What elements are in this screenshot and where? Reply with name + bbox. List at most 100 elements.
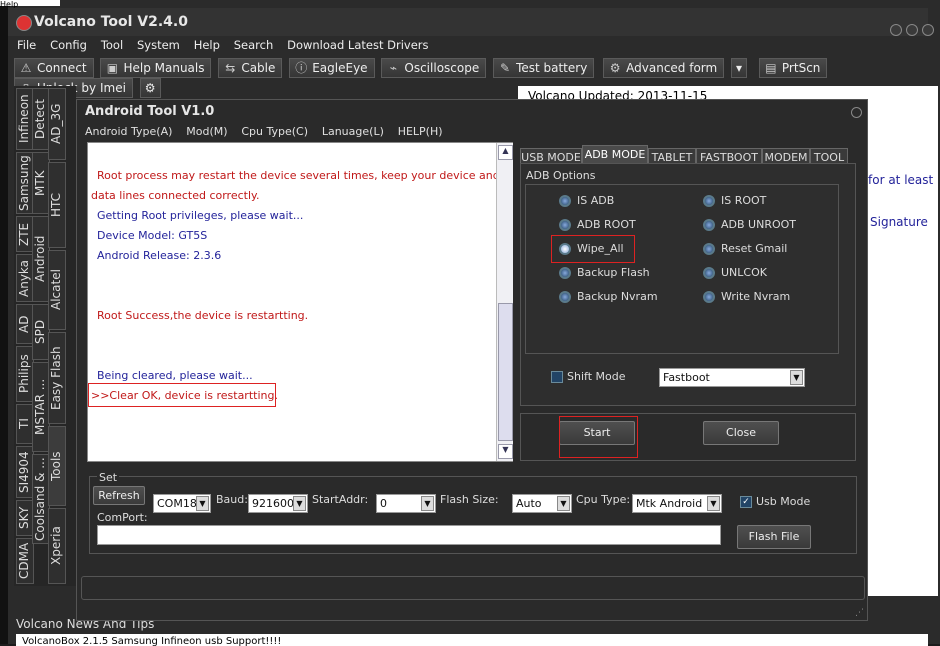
flash-file-button[interactable]: Flash File <box>737 525 811 549</box>
scroll-down-icon[interactable]: ▼ <box>498 444 513 459</box>
menu-system[interactable]: System <box>137 38 180 52</box>
radio-dot-icon <box>703 219 715 231</box>
test-battery-label: Test battery <box>516 61 588 75</box>
menu-mod[interactable]: Mod(M) <box>186 125 227 138</box>
refresh-button[interactable]: Refresh <box>93 486 145 505</box>
highlight-frame <box>551 235 635 263</box>
tab-easy-flash[interactable]: Easy Flash <box>48 332 66 424</box>
wrench-icon: ✎ <box>500 61 511 75</box>
tab-ad-3g[interactable]: AD_3G <box>48 88 66 160</box>
cpu-type-select[interactable]: Mtk Android ▼ <box>632 494 722 513</box>
advanced-form-label: Advanced form <box>626 61 718 75</box>
chevron-down-icon: ▼ <box>557 496 570 511</box>
menu-file[interactable]: File <box>17 38 36 52</box>
baud-select[interactable]: 921600 ▼ <box>248 494 308 513</box>
radio-is-root[interactable]: IS ROOT <box>703 194 766 207</box>
shift-mode-value: Fastboot <box>663 371 710 384</box>
radio-adb-unroot[interactable]: ADB UNROOT <box>703 218 796 231</box>
menu-help[interactable]: HELP(H) <box>398 125 443 138</box>
scroll-thumb[interactable] <box>498 303 513 441</box>
cable-icon: ⇆ <box>225 61 236 75</box>
menu-config[interactable]: Config <box>50 38 87 52</box>
tab-xperia[interactable]: Xperia <box>48 508 66 584</box>
test-battery-button[interactable]: ✎ Test battery <box>493 58 595 78</box>
adb-options-title: ADB Options <box>526 169 596 182</box>
advanced-form-dropdown[interactable]: ▾ <box>731 58 748 78</box>
radio-label: Reset Gmail <box>721 242 788 255</box>
start-addr-select[interactable]: 0 ▼ <box>376 494 436 513</box>
settings-button[interactable]: ⚙ <box>139 78 161 98</box>
resize-grip-icon[interactable]: ⋰ <box>855 608 864 618</box>
radio-adb-root[interactable]: ADB ROOT <box>559 218 636 231</box>
flash-size-value: Auto <box>516 497 542 510</box>
help-manuals-label: Help Manuals <box>123 61 205 75</box>
prtscn-button[interactable]: ▤ PrtScn <box>758 58 828 78</box>
radio-dot-icon <box>559 291 571 303</box>
dialog-menu: Android Type(A) Mod(M) Cpu Type(C) Lanua… <box>85 124 453 138</box>
menu-language[interactable]: Lanuage(L) <box>322 125 384 138</box>
radio-reset-gmail[interactable]: Reset Gmail <box>703 242 787 255</box>
eagleeye-label: EagleEye <box>312 61 368 75</box>
adb-options-panel: ADB Options IS ADB ADB ROOT Wipe_All Bac… <box>520 163 856 406</box>
android-tool-dialog: Android Tool V1.0 Android Type(A) Mod(M)… <box>76 99 868 621</box>
log-line: Getting Root privileges, please wait... <box>97 209 304 222</box>
start-addr-value: 0 <box>380 497 387 510</box>
menu-bar: File Config Tool System Help Search Down… <box>17 38 937 56</box>
radio-unlock[interactable]: UNLCOK <box>703 266 767 279</box>
cable-button[interactable]: ⇆ Cable <box>218 58 283 78</box>
app-logo-icon <box>16 15 32 31</box>
log-line: Root process may restart the device seve… <box>97 169 500 182</box>
chevron-down-icon: ▼ <box>790 370 803 385</box>
screenshot-icon: ▤ <box>765 61 777 75</box>
radio-backup-nvram[interactable]: Backup Nvram <box>559 290 658 303</box>
menu-download-drivers[interactable]: Download Latest Drivers <box>287 38 428 52</box>
log-line: Device Model: GT5S <box>97 229 208 242</box>
oscilloscope-button[interactable]: ⌁ Oscilloscope <box>381 58 487 78</box>
connect-button[interactable]: ⚠ Connect <box>14 58 94 78</box>
menu-search[interactable]: Search <box>234 38 274 52</box>
toolbar: ⚠ Connect ▣ Help Manuals ⇆ Cable ⓘ EagleEye … <box>14 58 914 98</box>
radio-label: ADB UNROOT <box>721 218 796 231</box>
radio-label: Backup Flash <box>577 266 650 279</box>
tab-tools[interactable]: Tools <box>48 426 66 506</box>
menu-android-type[interactable]: Android Type(A) <box>85 125 172 138</box>
news-item: VolcanoBox 2.1.5 Samsung Infineon usb Su… <box>16 634 928 646</box>
eagleeye-button[interactable]: ⓘ EagleEye <box>289 58 375 78</box>
help-manuals-button[interactable]: ▣ Help Manuals <box>100 58 212 78</box>
comport-field[interactable] <box>97 525 721 545</box>
flash-size-select[interactable]: Auto ▼ <box>512 494 572 513</box>
shift-mode-select[interactable]: Fastboot ▼ <box>659 368 805 387</box>
close-button[interactable]: Close <box>703 421 779 445</box>
gear-icon: ⚙ <box>144 81 156 95</box>
radio-dot-icon <box>703 195 715 207</box>
tab-alcatel[interactable]: Alcatel <box>48 250 66 330</box>
tab-htc[interactable]: HTC <box>48 162 66 248</box>
advanced-form-button[interactable]: ⚙ Advanced form <box>603 58 725 78</box>
shift-mode-checkbox[interactable] <box>551 371 563 383</box>
menu-help[interactable]: Help <box>194 38 220 52</box>
close-icon[interactable] <box>851 107 862 118</box>
usb-mode-checkbox[interactable]: ✓ <box>740 496 752 508</box>
radio-is-adb[interactable]: IS ADB <box>559 194 614 207</box>
connect-label: Connect <box>37 61 87 75</box>
radio-label: ADB ROOT <box>577 218 636 231</box>
dialog-title: Android Tool V1.0 <box>85 104 215 119</box>
baud-label: Baud: <box>216 493 248 506</box>
start-addr-label: StartAddr: <box>312 493 369 506</box>
flash-size-label: Flash Size: <box>440 493 499 506</box>
menu-tool[interactable]: Tool <box>101 38 123 52</box>
maximize-icon[interactable] <box>906 24 918 36</box>
scroll-up-icon[interactable]: ▲ <box>498 145 513 160</box>
log-scrollbar[interactable]: ▲ ▼ <box>496 143 513 461</box>
tab-cdma[interactable]: CDMA <box>16 538 34 584</box>
highlight-frame <box>88 383 276 407</box>
com-select[interactable]: COM18 ▼ <box>153 494 211 513</box>
log-line: Android Release: 2.3.6 <box>97 249 222 262</box>
minimize-icon[interactable] <box>890 24 902 36</box>
close-icon[interactable] <box>922 24 934 36</box>
radio-write-nvram[interactable]: Write Nvram <box>703 290 790 303</box>
menu-cpu-type[interactable]: Cpu Type(C) <box>241 125 308 138</box>
log-line: Being cleared, please wait... <box>97 369 253 382</box>
radio-backup-flash[interactable]: Backup Flash <box>559 266 650 279</box>
radio-dot-icon <box>703 267 715 279</box>
